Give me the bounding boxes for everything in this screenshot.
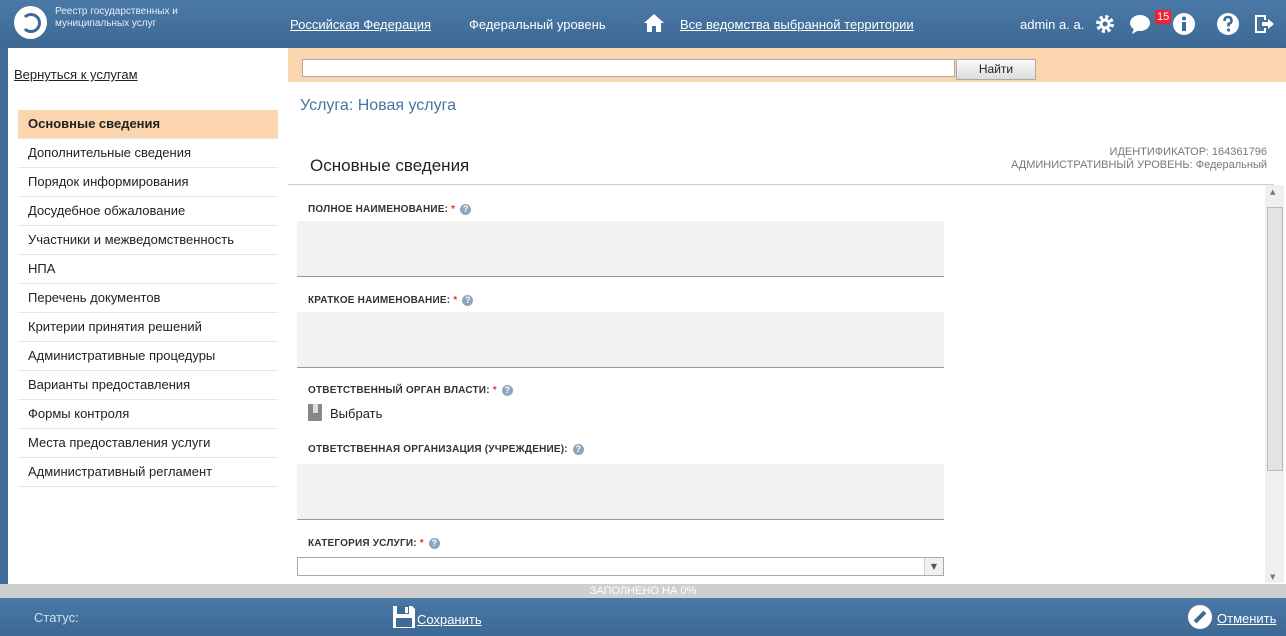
- messages-badge: 15: [1155, 10, 1172, 24]
- category-label: КАТЕГОРИЯ УСЛУГИ: * ?: [308, 538, 440, 549]
- user-name[interactable]: admin a. a.: [1020, 17, 1084, 32]
- logo-line-1: Реестр государственных и: [55, 6, 178, 17]
- help-icon[interactable]: ?: [501, 385, 513, 396]
- info-icon[interactable]: [1172, 12, 1196, 36]
- section-title: Основные сведения: [310, 156, 470, 175]
- required-mark: *: [419, 538, 424, 550]
- scrollbar-thumb[interactable]: [1267, 207, 1283, 471]
- cancel-icon: [1188, 605, 1212, 629]
- identifier: ИДЕНТИФИКАТОР: 164361796: [1109, 146, 1267, 158]
- full-name-field[interactable]: [297, 221, 944, 277]
- sidebar-item-regulation[interactable]: Административный регламент: [18, 458, 278, 487]
- sidebar-item-procedures[interactable]: Административные процедуры: [18, 342, 278, 371]
- required-mark: *: [451, 204, 456, 216]
- required-mark: *: [453, 295, 458, 307]
- search-input[interactable]: [302, 59, 955, 77]
- short-name-field[interactable]: [297, 312, 944, 368]
- cancel-label: Отменить: [1217, 611, 1277, 626]
- select-label: Выбрать: [330, 406, 383, 421]
- short-name-label: КРАТКОЕ НАИМЕНОВАНИЕ: * ?: [308, 295, 474, 307]
- service-title: Услуга: Новая услуга: [300, 97, 457, 114]
- logo-text: Реестр государственных и муниципальных у…: [55, 6, 178, 30]
- logo-emblem-icon: [14, 6, 47, 39]
- form-scrollbar[interactable]: ▲ ▼: [1265, 185, 1284, 583]
- scroll-up-icon[interactable]: ▲: [1270, 188, 1275, 196]
- sidebar-item-npa[interactable]: НПА: [18, 255, 278, 284]
- back-to-services-link[interactable]: Вернуться к услугам: [14, 67, 138, 82]
- required-mark: *: [492, 385, 497, 397]
- authority-label-text: ОТВЕТСТВЕННЫЙ ОРГАН ВЛАСТИ:: [308, 385, 490, 397]
- top-bar: Реестр государственных и муниципальных у…: [0, 0, 1286, 48]
- chevron-down-icon[interactable]: ▼: [924, 558, 943, 575]
- help-icon[interactable]: ?: [572, 444, 584, 455]
- category-label-text: КАТЕГОРИЯ УСЛУГИ:: [308, 538, 417, 550]
- floppy-disk-icon: [393, 606, 415, 628]
- service-meta: ИДЕНТИФИКАТОР: 164361796 АДМИНИСТРАТИВНЫ…: [1011, 146, 1267, 172]
- search-button[interactable]: Найти: [956, 59, 1036, 80]
- help-icon[interactable]: ?: [428, 538, 440, 549]
- sidebar-item-participants[interactable]: Участники и межведомственность: [18, 226, 278, 255]
- sidebar-item-control-forms[interactable]: Формы контроля: [18, 400, 278, 429]
- sidebar-menu: Основные сведения Дополнительные сведени…: [18, 110, 278, 487]
- full-name-label-text: ПОЛНОЕ НАИМЕНОВАНИЕ:: [308, 204, 449, 216]
- book-icon: [308, 404, 322, 421]
- help-icon[interactable]: ?: [462, 295, 474, 306]
- organization-label: ОТВЕТСТВЕННАЯ ОРГАНИЗАЦИЯ (УЧРЕЖДЕНИЕ): …: [308, 444, 584, 455]
- home-icon[interactable]: [643, 13, 665, 33]
- logo-line-2: муниципальных услуг: [55, 18, 157, 29]
- help-icon[interactable]: ?: [460, 204, 472, 215]
- organization-field[interactable]: [297, 464, 944, 520]
- sidebar-item-documents[interactable]: Перечень документов: [18, 284, 278, 313]
- search-bar: Найти: [288, 48, 1286, 82]
- logout-icon[interactable]: [1252, 12, 1276, 36]
- nav-level-link[interactable]: Федеральный уровень: [469, 17, 606, 32]
- nav-departments-link[interactable]: Все ведомства выбранной территории: [680, 17, 914, 32]
- sidebar: Вернуться к услугам Основные сведения До…: [8, 48, 288, 584]
- sidebar-item-informing[interactable]: Порядок информирования: [18, 168, 278, 197]
- status-label: Статус:: [34, 610, 79, 625]
- full-name-label: ПОЛНОЕ НАИМЕНОВАНИЕ: * ?: [308, 204, 472, 216]
- sidebar-item-variants[interactable]: Варианты предоставления: [18, 371, 278, 400]
- category-select[interactable]: ▼: [297, 557, 944, 576]
- sidebar-item-basic-info[interactable]: Основные сведения: [18, 110, 278, 139]
- nav-region-link[interactable]: Российская Федерация: [290, 17, 431, 32]
- sidebar-item-decision-criteria[interactable]: Критерии принятия решений: [18, 313, 278, 342]
- footer-bar: Статус: Сохранить Отменить: [0, 598, 1286, 636]
- fill-progress-bar: ЗАПОЛНЕНО НА 0%: [0, 584, 1286, 598]
- authority-label: ОТВЕТСТВЕННЫЙ ОРГАН ВЛАСТИ: * ?: [308, 385, 513, 396]
- settings-icon[interactable]: [1093, 12, 1117, 36]
- main-content: Найти Услуга: Новая услуга Основные свед…: [288, 48, 1286, 584]
- sidebar-item-appeal[interactable]: Досудебное обжалование: [18, 197, 278, 226]
- sidebar-item-places[interactable]: Места предоставления услуги: [18, 429, 278, 458]
- short-name-label-text: КРАТКОЕ НАИМЕНОВАНИЕ:: [308, 295, 451, 307]
- scroll-down-icon[interactable]: ▼: [1270, 573, 1275, 581]
- admin-level: АДМИНИСТРАТИВНЫЙ УРОВЕНЬ: Федеральный: [1011, 159, 1267, 171]
- messages-icon[interactable]: [1128, 12, 1152, 36]
- logo[interactable]: Реестр государственных и муниципальных у…: [14, 6, 284, 40]
- help-icon[interactable]: [1216, 12, 1240, 36]
- sidebar-item-additional-info[interactable]: Дополнительные сведения: [18, 139, 278, 168]
- progress-text: ЗАПОЛНЕНО НА 0%: [589, 585, 697, 597]
- organization-label-text: ОТВЕТСТВЕННАЯ ОРГАНИЗАЦИЯ (УЧРЕЖДЕНИЕ):: [308, 444, 568, 456]
- save-label: Сохранить: [417, 612, 482, 627]
- basic-info-form: ПОЛНОЕ НАИМЕНОВАНИЕ: * ? КРАТКОЕ НАИМЕНО…: [296, 185, 946, 583]
